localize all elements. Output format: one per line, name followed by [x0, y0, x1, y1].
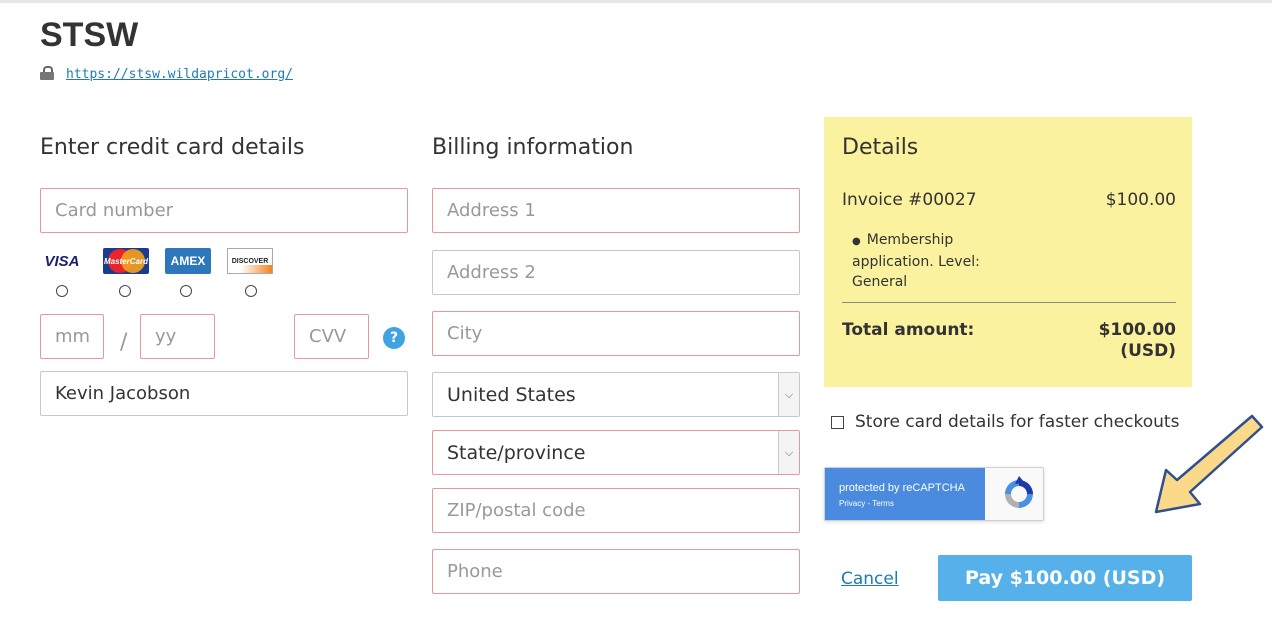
state-select-value: State/province — [447, 441, 586, 464]
organization-url-link[interactable]: https://stsw.wildapricot.org/ — [66, 67, 293, 82]
chevron-down-icon: ⌵ — [778, 373, 799, 416]
invoice-amount: $100.00 — [1105, 190, 1176, 210]
organization-url-row: https://stsw.wildapricot.org/ — [40, 64, 293, 84]
country-select[interactable]: United States ⌵ — [432, 372, 800, 417]
card-details-heading: Enter credit card details — [40, 135, 305, 160]
card-number-input[interactable] — [40, 188, 408, 233]
recaptcha-text-panel: protected by reCAPTCHA Privacy - Terms — [825, 468, 985, 520]
organization-title: STSW — [40, 16, 139, 54]
expiry-month-input[interactable] — [40, 314, 104, 359]
visa-radio[interactable] — [56, 285, 68, 297]
recaptcha-icon — [1005, 476, 1033, 508]
address2-input[interactable] — [432, 250, 800, 295]
bullet-icon: ● — [852, 236, 861, 247]
details-heading: Details — [842, 135, 919, 160]
details-divider — [842, 302, 1176, 303]
recaptcha-badge[interactable]: protected by reCAPTCHA Privacy - Terms — [824, 467, 1044, 521]
city-input[interactable] — [432, 311, 800, 356]
cancel-link[interactable]: Cancel — [841, 569, 899, 589]
phone-input[interactable] — [432, 549, 800, 594]
expiry-separator: / — [120, 330, 128, 355]
discover-logo: DISCOVER — [227, 248, 273, 274]
total-amount: $100.00 (USD) — [1098, 320, 1176, 361]
store-card-label: Store card details for faster checkouts — [855, 412, 1180, 432]
address1-input[interactable] — [432, 188, 800, 233]
lock-icon — [40, 66, 54, 80]
country-select-value: United States — [447, 383, 576, 406]
cvv-help-icon[interactable]: ? — [383, 327, 405, 349]
store-card-option[interactable]: Store card details for faster checkouts — [831, 412, 1179, 432]
pointer-arrow-icon — [1154, 414, 1264, 514]
top-border — [0, 0, 1272, 3]
zip-input[interactable] — [432, 488, 800, 533]
line-item: ● Membership application. Level: General — [852, 232, 980, 290]
cardholder-name-input[interactable] — [40, 371, 408, 416]
amex-logo: AMEX — [165, 248, 211, 274]
invoice-label: Invoice #00027 — [842, 190, 977, 210]
chevron-down-icon: ⌵ — [778, 431, 799, 474]
total-label: Total amount: — [842, 320, 975, 340]
mastercard-logo: MasterCard — [103, 248, 149, 274]
amex-radio[interactable] — [180, 285, 192, 297]
store-card-checkbox[interactable] — [831, 415, 844, 429]
state-select[interactable]: State/province ⌵ — [432, 430, 800, 475]
billing-heading: Billing information — [432, 135, 634, 160]
cvv-input[interactable] — [294, 314, 369, 359]
pay-button[interactable]: Pay $100.00 (USD) — [938, 555, 1192, 601]
mastercard-radio[interactable] — [119, 285, 131, 297]
visa-logo: VISA — [44, 252, 80, 270]
expiry-year-input[interactable] — [140, 314, 215, 359]
discover-radio[interactable] — [245, 285, 257, 297]
